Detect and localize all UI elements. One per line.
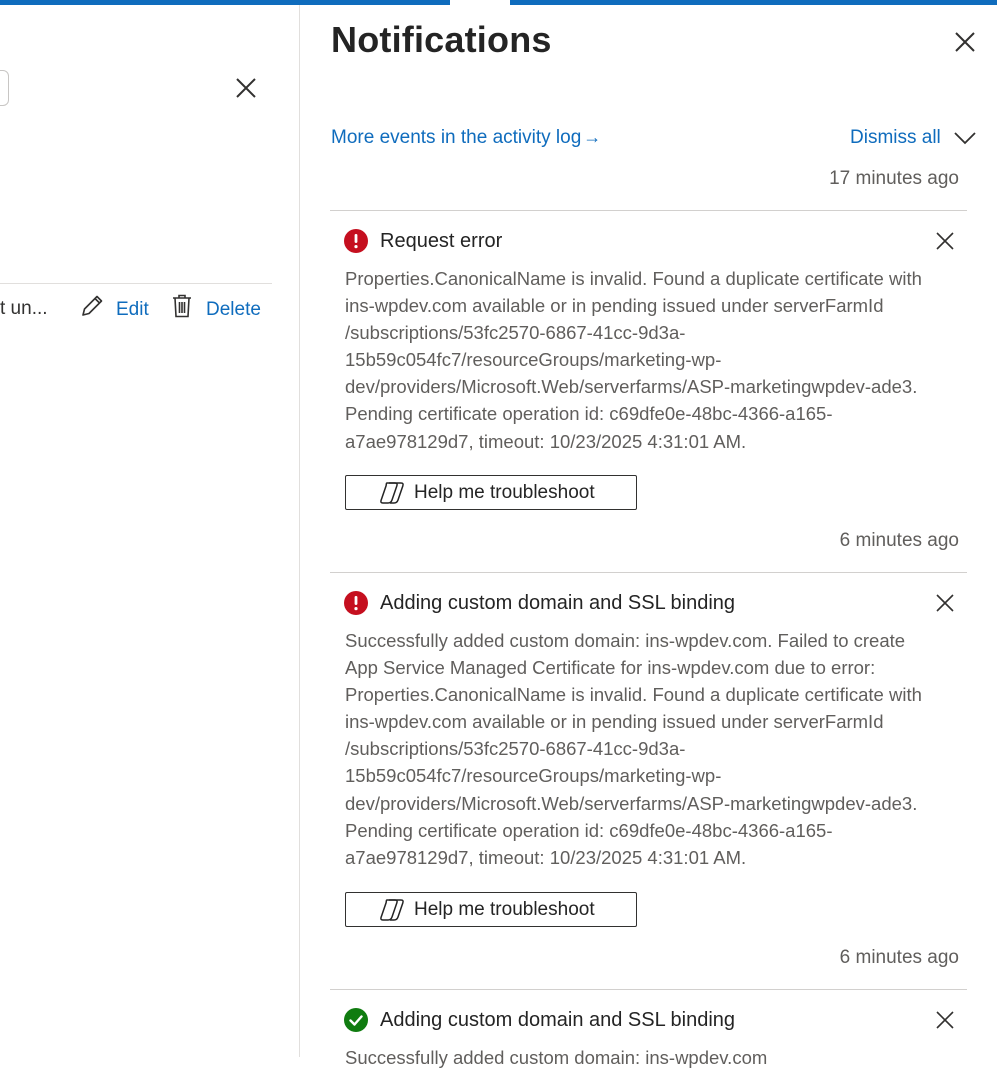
notification-title: Adding custom domain and SSL binding (380, 591, 736, 614)
activity-log-link[interactable]: More events in the activity log → (331, 127, 601, 149)
divider (330, 989, 967, 990)
copilot-icon (380, 898, 404, 921)
body-line: a7ae978129d7, timeout: 10/23/2025 4:31:0… (345, 430, 747, 452)
checkmark-circle-icon (344, 1008, 368, 1032)
notification-body: Successfully added custom domain: ins-wp… (345, 627, 965, 871)
body-line: /subscriptions/53fc2570-6867-41cc-9d3a- (345, 322, 686, 344)
divider (0, 283, 272, 284)
notification-header: Request error (344, 227, 502, 255)
trash-icon[interactable] (170, 293, 194, 319)
close-icon[interactable] (233, 75, 259, 101)
notification-title: Request error (380, 229, 503, 252)
notification-header: Adding custom domain and SSL binding (344, 1006, 735, 1034)
chevron-down-icon[interactable] (952, 129, 978, 147)
body-line: Successfully added custom domain: ins-wp… (345, 1047, 768, 1068)
delete-button[interactable]: Delete (206, 299, 261, 321)
copilot-icon (380, 481, 404, 504)
help-button-label: Help me troubleshoot (414, 898, 595, 920)
body-line: Properties.CanonicalName is invalid. Fou… (345, 268, 922, 289)
body-line: Pending certificate operation id: c69dfe… (345, 403, 833, 425)
notification-body: Successfully added custom domain: ins-wp… (345, 1044, 965, 1071)
body-line: 15b59c054fc7/resourceGroups/marketing-wp… (345, 765, 722, 787)
body-line: Properties.CanonicalName is invalid. Fou… (345, 684, 922, 706)
truncated-cell-text: t un... (0, 298, 48, 319)
edit-button[interactable]: Edit (116, 299, 149, 321)
body-line: App Service Managed Certificate for ins-… (345, 657, 876, 679)
error-circle-icon (344, 591, 368, 615)
dismiss-notification-icon[interactable] (934, 1009, 956, 1031)
notifications-panel: Notifications More events in the activit… (300, 5, 997, 1068)
notification-body: Properties.CanonicalName is invalid. Fou… (345, 265, 965, 455)
help-me-troubleshoot-button[interactable]: Help me troubleshoot (345, 475, 637, 510)
dismiss-notification-icon[interactable] (934, 592, 956, 614)
search-input[interactable] (0, 70, 9, 106)
body-line: a7ae978129d7, timeout: 10/23/2025 4:31:0… (345, 846, 747, 868)
notification-header: Adding custom domain and SSL binding (344, 589, 735, 617)
body-line: dev/providers/Microsoft.Web/serverfarms/… (345, 792, 918, 814)
body-line: 15b59c054fc7/resourceGroups/marketing-wp… (345, 349, 722, 371)
body-line: ins-wpdev.com available or in pending is… (345, 295, 884, 317)
error-circle-icon (344, 229, 368, 253)
notification-title: Adding custom domain and SSL binding (380, 1008, 736, 1031)
pencil-icon[interactable] (79, 293, 105, 319)
body-line: dev/providers/Microsoft.Web/serverfarms/… (345, 376, 918, 398)
background-blade: t un... Edit Delete (0, 5, 299, 1057)
divider (330, 210, 967, 211)
body-line: ins-wpdev.com available or in pending is… (345, 711, 884, 733)
dismiss-all-button[interactable]: Dismiss all (850, 127, 941, 149)
notification-timestamp: 6 minutes ago (839, 530, 959, 551)
activity-log-link-label: More events in the activity log (331, 127, 582, 148)
help-button-label: Help me troubleshoot (414, 481, 595, 503)
dismiss-notification-icon[interactable] (934, 230, 956, 252)
notification-timestamp: 17 minutes ago (829, 168, 959, 189)
arrow-right-icon: → (583, 127, 602, 147)
notification-timestamp: 6 minutes ago (839, 947, 959, 968)
close-icon[interactable] (952, 29, 978, 55)
body-line: Pending certificate operation id: c69dfe… (345, 819, 833, 841)
body-line: /subscriptions/53fc2570-6867-41cc-9d3a- (345, 738, 686, 760)
divider (330, 572, 967, 573)
panel-title: Notifications (331, 19, 552, 60)
help-me-troubleshoot-button[interactable]: Help me troubleshoot (345, 892, 637, 927)
body-line: Successfully added custom domain: ins-wp… (345, 630, 906, 651)
